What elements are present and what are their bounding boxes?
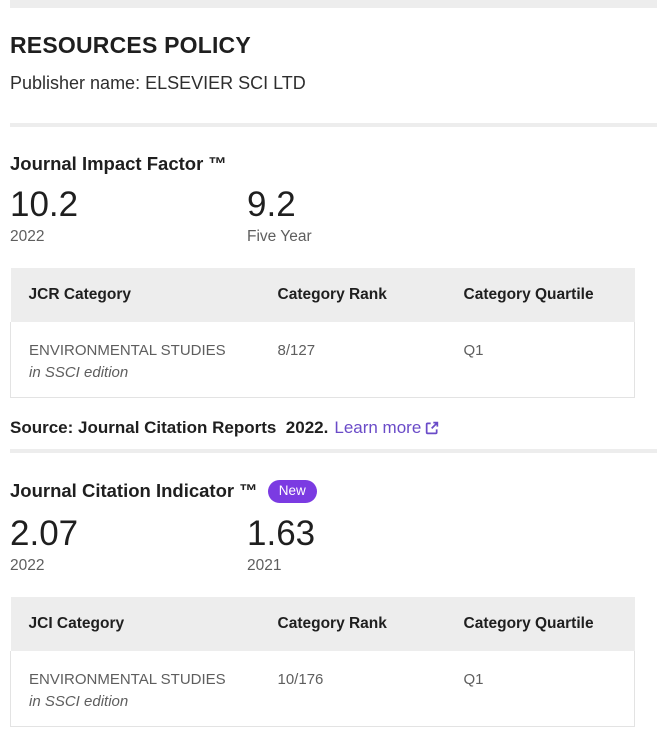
column-header-category: JCR Category	[11, 268, 260, 322]
jif-section: Journal Impact Factor ™ 10.2 2022 9.2 Fi…	[10, 154, 657, 439]
jif-heading: Journal Impact Factor ™	[10, 154, 657, 174]
jif-metric-five-year: 9.2 Five Year	[247, 188, 484, 246]
category-edition: in SSCI edition	[29, 364, 242, 381]
section-divider	[10, 449, 657, 453]
journal-profile: RESOURCES POLICY Publisher name: ELSEVIE…	[10, 34, 657, 727]
jci-value: 2.07	[10, 517, 247, 550]
jif-category-table: JCR Category Category Rank Category Quar…	[10, 268, 635, 398]
rank-cell: 10/176	[260, 651, 446, 727]
category-cell: ENVIRONMENTAL STUDIES in SSCI edition	[11, 322, 260, 398]
column-header-quartile: Category Quartile	[446, 597, 635, 651]
column-header-category: JCI Category	[11, 597, 260, 651]
jci-value-year: 2022	[10, 557, 247, 575]
new-badge: New	[268, 480, 317, 504]
jif-five-year-label: Five Year	[247, 228, 484, 246]
jci-metric-previous: 1.63 2021	[247, 517, 484, 575]
jif-heading-label: Journal Impact Factor ™	[10, 154, 227, 174]
category-name: ENVIRONMENTAL STUDIES	[29, 342, 242, 359]
publisher-name: Publisher name: ELSEVIER SCI LTD	[10, 73, 657, 95]
jci-metrics: 2.07 2022 1.63 2021	[10, 517, 657, 575]
jci-section: Journal Citation Indicator ™ New 2.07 20…	[10, 480, 657, 728]
jci-table-header-row: JCI Category Category Rank Category Quar…	[11, 597, 635, 651]
category-name: ENVIRONMENTAL STUDIES	[29, 671, 242, 688]
category-cell: ENVIRONMENTAL STUDIES in SSCI edition	[11, 651, 260, 727]
external-link-icon	[424, 420, 440, 436]
source-line: Source: Journal Citation Reports 2022. L…	[10, 418, 657, 438]
column-header-rank: Category Rank	[260, 268, 446, 322]
jif-five-year-value: 9.2	[247, 188, 484, 221]
jif-table-header-row: JCR Category Category Rank Category Quar…	[11, 268, 635, 322]
quartile-cell: Q1	[446, 322, 635, 398]
learn-more-link[interactable]: Learn more	[334, 418, 440, 438]
jci-previous-year: 2021	[247, 557, 484, 575]
quartile-cell: Q1	[446, 651, 635, 727]
jci-heading: Journal Citation Indicator ™ New	[10, 480, 657, 504]
jci-heading-label: Journal Citation Indicator ™	[10, 481, 258, 501]
jci-metric-current: 2.07 2022	[10, 517, 247, 575]
learn-more-label: Learn more	[334, 418, 421, 438]
table-row: ENVIRONMENTAL STUDIES in SSCI edition 8/…	[11, 322, 635, 398]
jci-previous-value: 1.63	[247, 517, 484, 550]
jif-metrics: 10.2 2022 9.2 Five Year	[10, 188, 657, 246]
top-divider	[10, 0, 657, 8]
jci-category-table: JCI Category Category Rank Category Quar…	[10, 597, 635, 727]
section-divider	[10, 123, 657, 127]
table-row: ENVIRONMENTAL STUDIES in SSCI edition 10…	[11, 651, 635, 727]
rank-cell: 8/127	[260, 322, 446, 398]
column-header-quartile: Category Quartile	[446, 268, 635, 322]
jif-value: 10.2	[10, 188, 247, 221]
column-header-rank: Category Rank	[260, 597, 446, 651]
page-title: RESOURCES POLICY	[10, 34, 657, 57]
jif-value-year: 2022	[10, 228, 247, 246]
source-text: Source: Journal Citation Reports 2022.	[10, 418, 328, 438]
category-edition: in SSCI edition	[29, 693, 242, 710]
jif-metric-current: 10.2 2022	[10, 188, 247, 246]
